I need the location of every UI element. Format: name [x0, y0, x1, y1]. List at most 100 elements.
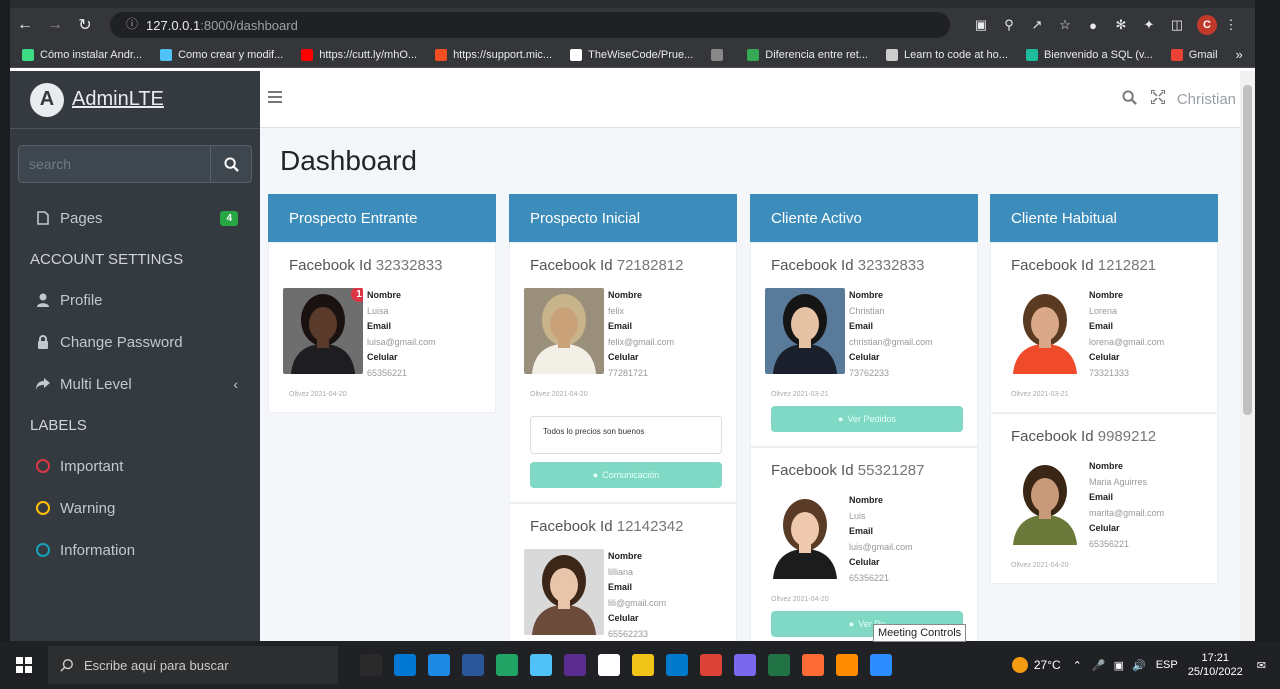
scrollbar[interactable]	[1240, 71, 1255, 641]
hamburger-icon[interactable]	[268, 90, 282, 108]
taskbar-app-icon[interactable]	[768, 654, 790, 676]
sidebar-item-multi-level[interactable]: Multi Level ‹	[10, 363, 260, 405]
content-area: Christian Dashboard Prospecto Entrante Fa…	[260, 71, 1240, 641]
translate-icon[interactable]: ▣	[967, 17, 995, 33]
bookmark-label: https://support.mic...	[453, 48, 553, 61]
puzzle-icon[interactable]: ✦	[1135, 17, 1163, 33]
field-value-email: felix@gmail.com	[608, 336, 675, 347]
sidebar-item-profile[interactable]: Profile	[10, 279, 260, 321]
extension-gear-icon[interactable]: ✻	[1107, 17, 1135, 33]
fullscreen-icon[interactable]	[1149, 89, 1166, 109]
notifications-icon[interactable]: ✉	[1257, 659, 1266, 672]
card-body: Nombre lilliana Email lili@gmail.com Celular…	[524, 549, 722, 641]
bookmark-item[interactable]: https://cutt.ly/mhO...	[301, 48, 417, 61]
comment-box[interactable]: Todos lo precios son buenos	[530, 416, 722, 454]
field-value-name: Lorena	[1089, 305, 1118, 316]
bookmark-item[interactable]: TheWiseCode/Prue...	[570, 48, 693, 61]
field-value-phone: 65356221	[1089, 538, 1130, 549]
share-icon[interactable]: ↗	[1023, 17, 1051, 33]
bookmark-item[interactable]: Gmail	[1170, 48, 1218, 61]
card-action-button[interactable]: ● Ver Pedidos	[771, 406, 963, 432]
taskbar-app-icon[interactable]	[734, 654, 756, 676]
taskbar-app-icon[interactable]	[496, 654, 518, 676]
profile-avatar[interactable]: C	[1197, 15, 1217, 35]
bookmark-favicon-icon	[160, 48, 173, 61]
card-body: Nombre Christian Email christian@gmail.com C…	[765, 288, 963, 381]
avatar	[1005, 288, 1085, 374]
bookmark-item[interactable]: Como crear y modif...	[160, 48, 283, 61]
bookmark-item[interactable]: https://support.mic...	[435, 48, 553, 61]
star-icon[interactable]: ☆	[1051, 17, 1079, 33]
prospect-card[interactable]: Facebook Id 55321287 Nombre Luis Email luis@…	[750, 447, 978, 641]
user-name[interactable]: Christian	[1177, 91, 1236, 108]
taskbar-app-icon[interactable]	[700, 654, 722, 676]
card-action-button[interactable]: ● Comunicación	[530, 462, 722, 488]
search-input[interactable]	[18, 145, 210, 183]
sidebar-item-label-0[interactable]: Important	[10, 445, 260, 487]
clock[interactable]: 17:21 25/10/2022	[1188, 651, 1243, 679]
reload-icon[interactable]: ↻	[70, 15, 100, 35]
language-indicator[interactable]: ESP	[1156, 659, 1178, 671]
taskbar-app-icon[interactable]	[462, 654, 484, 676]
sidepanel-icon[interactable]: ◫	[1163, 17, 1191, 33]
bookmarks-overflow-icon[interactable]: »	[1236, 47, 1243, 62]
facebook-id-value: 72182812	[616, 257, 684, 274]
field-label-phone: Celular	[849, 557, 880, 567]
taskbar-app-icon[interactable]	[802, 654, 824, 676]
weather-temp[interactable]: 27°C	[1034, 658, 1061, 672]
prospect-card[interactable]: Facebook Id 32332833 1 Nombre Luisa Email lui…	[268, 242, 496, 413]
facebook-id-label: Facebook Id	[771, 257, 854, 274]
field-value-phone: 65356221	[849, 572, 890, 583]
extension-circle-icon[interactable]: ●	[1079, 18, 1107, 33]
bookmark-item[interactable]: Learn to code at ho...	[885, 48, 1008, 61]
prospect-card[interactable]: Facebook Id 9989212 Nombre Maria Aguirres E…	[990, 413, 1218, 584]
bookmark-item[interactable]: Cómo instalar Andr...	[22, 48, 142, 61]
taskbar-app-icon[interactable]	[598, 654, 620, 676]
zoom-icon[interactable]: ⚲	[995, 17, 1023, 33]
taskbar-app-icon[interactable]	[360, 654, 382, 676]
search-button[interactable]	[210, 145, 252, 183]
forward-icon[interactable]: →	[40, 16, 70, 34]
lock-icon	[36, 335, 50, 349]
tab-strip[interactable]	[10, 0, 1255, 8]
info-icon[interactable]: ⓘ	[126, 17, 138, 33]
bookmark-item[interactable]: Bienvenido a SQL (v...	[1025, 48, 1153, 61]
taskbar-app-icon[interactable]	[632, 654, 654, 676]
prospect-card[interactable]: Facebook Id 1212821 Nombre Lorena Email lore…	[990, 242, 1218, 413]
field-label-phone: Celular	[849, 352, 880, 362]
bookmark-item[interactable]: Diferencia entre ret...	[747, 48, 868, 61]
taskbar-app-icon[interactable]	[428, 654, 450, 676]
sidebar-item-label-1[interactable]: Warning	[10, 487, 260, 529]
sidebar-item-label-2[interactable]: Information	[10, 529, 260, 571]
prospect-card[interactable]: Facebook Id 72182812 Nombre felix Email feli…	[509, 242, 737, 503]
weather-icon[interactable]	[1011, 657, 1028, 673]
network-icon[interactable]: ▣	[1114, 659, 1124, 672]
microphone-icon[interactable]: 🎤	[1092, 659, 1106, 672]
field-label-name: Nombre	[608, 290, 643, 300]
volume-icon[interactable]: 🔊	[1132, 659, 1146, 672]
taskbar-app-icon[interactable]	[394, 654, 416, 676]
brand-link[interactable]: A AdminLTE	[10, 71, 260, 129]
sidebar-item-pages[interactable]: Pages 4	[10, 197, 260, 239]
taskbar-app-icon[interactable]	[870, 654, 892, 676]
taskbar-app-icon[interactable]	[836, 654, 858, 676]
bookmark-favicon-icon	[435, 48, 448, 61]
sidebar-item-change-password[interactable]: Change Password	[10, 321, 260, 363]
prospect-card[interactable]: Facebook Id 32332833 Nombre Christian Email…	[750, 242, 978, 447]
tray-chevron-icon[interactable]: ⌃	[1073, 659, 1082, 672]
facebook-id: Facebook Id 32332833	[289, 257, 481, 274]
taskbar-app-icon[interactable]	[666, 654, 688, 676]
bookmark-item[interactable]	[711, 48, 729, 61]
prospect-card[interactable]: Facebook Id 12142342 Nombre lilliana Email l…	[509, 503, 737, 641]
windows-start-icon[interactable]	[0, 657, 48, 673]
taskbar-app-icon[interactable]	[530, 654, 552, 676]
taskbar-app-icon[interactable]	[564, 654, 586, 676]
taskbar-search[interactable]: Escribe aquí para buscar	[48, 646, 338, 684]
url-bar[interactable]: ⓘ 127.0.0.1:8000/dashboard	[110, 12, 950, 38]
navbar-search-icon[interactable]	[1122, 89, 1137, 110]
sidebar-item-label: Change Password	[60, 333, 183, 351]
contact-info: Nombre Maria Aguirres Email marita@gmail.co…	[1089, 459, 1164, 552]
scrollbar-thumb[interactable]	[1243, 85, 1252, 415]
back-icon[interactable]: ←	[10, 16, 40, 34]
menu-icon[interactable]: ⋮	[1217, 17, 1245, 33]
